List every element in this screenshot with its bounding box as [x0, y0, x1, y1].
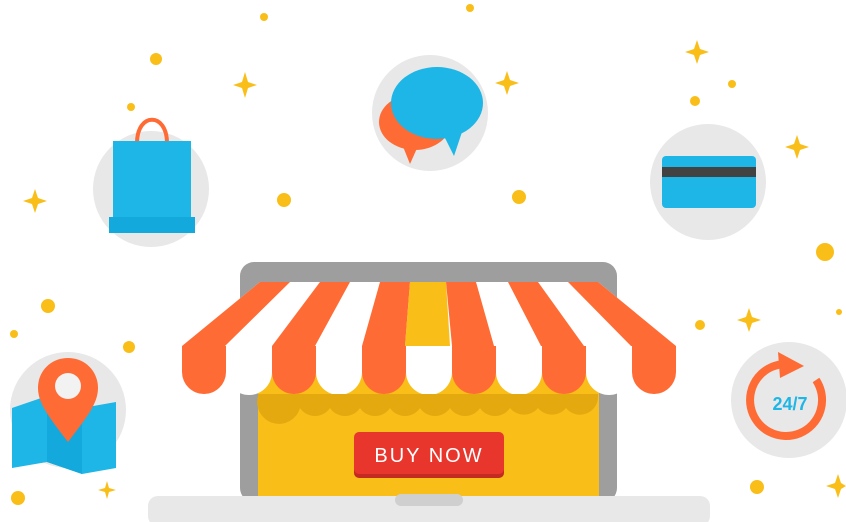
- credit-card-icon: [662, 156, 756, 208]
- clock-label: 24/7: [772, 394, 807, 414]
- chat-badge: [372, 55, 488, 171]
- map-badge: [10, 352, 126, 474]
- shopping-bag-badge: [93, 117, 209, 247]
- credit-card-badge: [650, 124, 766, 240]
- buy-now-button[interactable]: BUY NOW: [354, 432, 504, 478]
- clock-badge: 24/7: [731, 342, 846, 458]
- storefront-illustration: 24/7 BUY NOW: [10, 4, 846, 522]
- buy-now-label: BUY NOW: [374, 445, 483, 467]
